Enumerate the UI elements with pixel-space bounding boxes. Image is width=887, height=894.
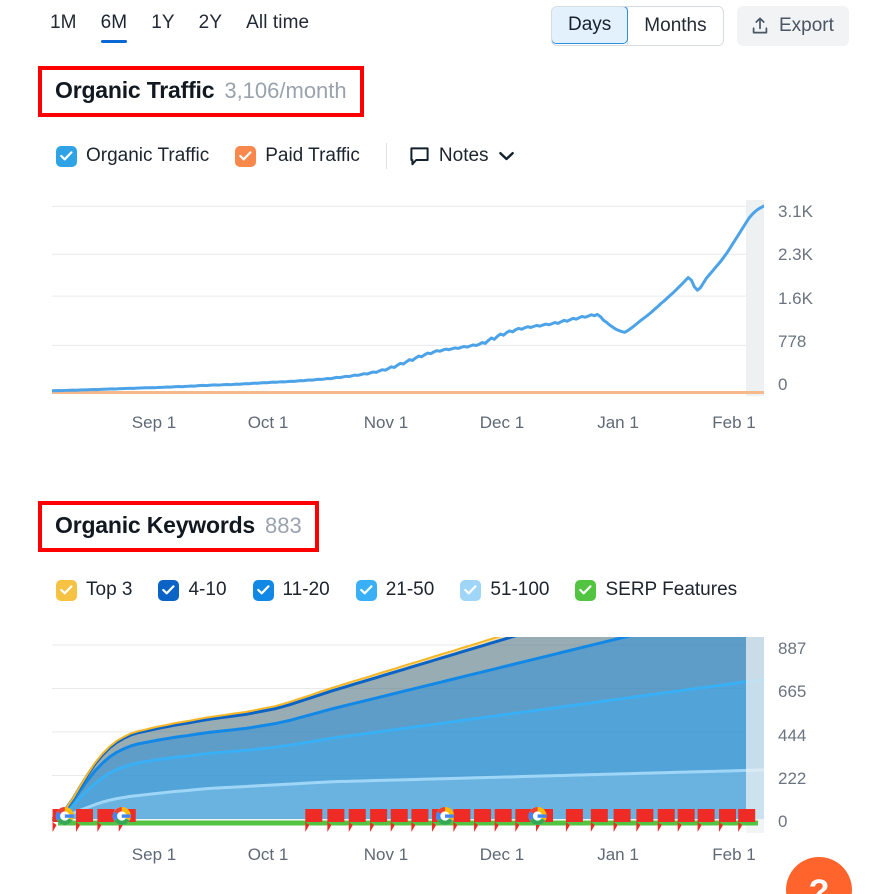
legend-label-organic-traffic: Organic Traffic — [86, 145, 210, 166]
y-tick: 3.1K — [778, 202, 813, 221]
organic-traffic-plot — [52, 200, 764, 396]
checkbox-checked-icon[interactable] — [575, 579, 597, 601]
organic-traffic-title: Organic Traffic — [55, 77, 215, 103]
checkbox-checked-icon[interactable] — [355, 579, 377, 601]
y-tick: 778 — [778, 331, 807, 351]
period-option-all-time[interactable]: All time — [246, 10, 309, 43]
legend-item-11-20[interactable]: 11-20 — [252, 579, 330, 601]
organic-keywords-header: Organic Keywords 883 — [38, 501, 319, 552]
granularity-months[interactable]: Months — [627, 7, 723, 45]
export-label: Export — [779, 15, 834, 36]
legend-label-11-20: 11-20 — [282, 579, 330, 600]
checkbox-checked-icon[interactable] — [252, 579, 274, 601]
legend-divider — [385, 143, 387, 169]
y-tick: 2.3K — [778, 245, 813, 265]
organic-traffic-y-axis: 3.1K 2.3K 1.6K 778 0 — [778, 203, 813, 393]
y-tick: 0 — [778, 375, 788, 394]
checkbox-checked-icon[interactable] — [56, 145, 77, 167]
period-option-2y[interactable]: 2Y — [199, 10, 222, 43]
period-option-1m[interactable]: 1M — [50, 10, 77, 43]
x-tick: Dec 1 — [479, 413, 525, 432]
organic-traffic-header: Organic Traffic 3,106/month — [38, 66, 364, 117]
upload-export-icon — [750, 16, 770, 37]
x-tick: Oct 1 — [247, 413, 289, 432]
x-tick: Nov 1 — [363, 845, 409, 864]
checkbox-checked-icon[interactable] — [158, 579, 180, 601]
notes-label: Notes — [438, 145, 489, 166]
granularity-days[interactable]: Days — [551, 7, 629, 44]
legend-label-serp-features: SERP Features — [605, 579, 738, 600]
legend-item-51-100[interactable]: 51-100 — [460, 579, 549, 601]
legend-item-organic-traffic[interactable]: Organic Traffic — [56, 145, 209, 167]
organic-traffic-highlight-box: Organic Traffic 3,106/month — [38, 66, 364, 117]
x-tick: Sep 1 — [131, 413, 177, 432]
granularity-toggle: Days Months — [551, 6, 724, 46]
speech-bubble-icon — [409, 146, 430, 167]
x-tick: Nov 1 — [363, 413, 409, 432]
legend-label-paid-traffic: Paid Traffic — [265, 145, 360, 166]
x-tick: Jan 1 — [597, 845, 639, 864]
checkbox-checked-icon[interactable] — [460, 579, 482, 601]
legend-label-51-100: 51-100 — [490, 579, 550, 600]
x-tick: Oct 1 — [247, 845, 289, 864]
y-tick: 665 — [778, 682, 807, 702]
checkbox-checked-icon[interactable] — [56, 579, 77, 601]
legend-label-21-50: 21-50 — [385, 579, 435, 600]
legend-item-top-3[interactable]: Top 3 — [56, 579, 132, 601]
checkbox-checked-icon[interactable] — [235, 145, 257, 167]
x-tick: Jan 1 — [597, 413, 639, 432]
notes-dropdown[interactable]: Notes — [409, 145, 515, 167]
period-option-1y[interactable]: 1Y — [151, 10, 174, 43]
y-tick: 887 — [778, 639, 807, 658]
organic-traffic-value: 3,106/month — [224, 78, 347, 103]
legend-label-top-3: Top 3 — [86, 579, 133, 600]
organic-keywords-legend: Top 3 4-10 11-20 21-50 51-100 SERP Featu… — [56, 579, 763, 601]
help-question-icon: ? — [808, 873, 830, 894]
x-tick: Feb 1 — [712, 845, 756, 864]
toolbar: 1M 6M 1Y 2Y All time Days Months Export — [0, 0, 887, 56]
organic-keywords-value: 883 — [265, 513, 302, 538]
organic-traffic-legend: Organic Traffic Paid Traffic Notes — [56, 143, 515, 169]
organic-keywords-plot — [52, 637, 764, 833]
export-button[interactable]: Export — [737, 6, 849, 46]
period-selector: 1M 6M 1Y 2Y All time — [50, 10, 309, 43]
y-tick: 444 — [778, 725, 807, 745]
y-tick: 1.6K — [778, 288, 813, 308]
legend-item-4-10[interactable]: 4-10 — [158, 579, 227, 601]
organic-keywords-title: Organic Keywords — [55, 512, 256, 538]
organic-traffic-chart[interactable] — [52, 200, 764, 396]
y-tick: 0 — [778, 812, 788, 831]
organic-keywords-highlight-box: Organic Keywords 883 — [38, 501, 319, 552]
organic-keywords-chart[interactable] — [52, 637, 764, 833]
legend-item-paid-traffic[interactable]: Paid Traffic — [235, 145, 360, 167]
chevron-down-icon[interactable] — [498, 150, 515, 162]
y-tick: 222 — [778, 768, 807, 788]
x-tick: Dec 1 — [479, 845, 525, 864]
x-tick: Feb 1 — [712, 413, 756, 432]
period-option-6m[interactable]: 6M — [100, 10, 128, 43]
legend-item-21-50[interactable]: 21-50 — [355, 579, 435, 601]
x-tick: Sep 1 — [131, 845, 177, 864]
seo-analytics-page: 1M 6M 1Y 2Y All time Days Months Export … — [0, 0, 887, 894]
legend-item-serp-features[interactable]: SERP Features — [575, 579, 737, 601]
organic-keywords-y-axis: 887 665 444 222 0 — [778, 640, 806, 830]
help-button[interactable]: ? — [786, 857, 852, 894]
legend-label-4-10: 4-10 — [188, 579, 227, 600]
